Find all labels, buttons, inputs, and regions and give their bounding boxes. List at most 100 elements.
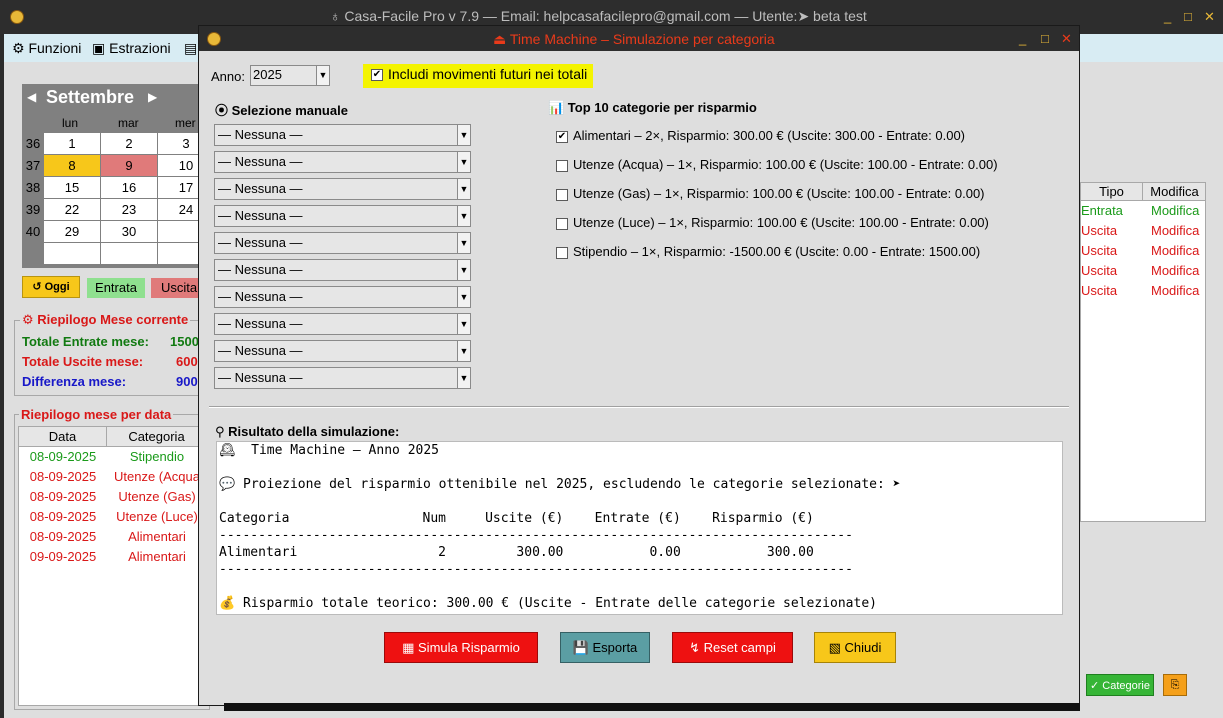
table-cell-tipo[interactable]: Uscita [1081, 241, 1121, 261]
next-month-icon[interactable]: ▶ [148, 90, 157, 104]
doc-icon: ▤ [184, 40, 198, 56]
diff-label: Differenza mese: [22, 374, 127, 389]
calendar-month: Settembre [46, 87, 135, 107]
calendar-day[interactable]: 2 [101, 133, 157, 154]
calendar-day[interactable]: 16 [101, 177, 157, 198]
calendar-day[interactable]: 22 [44, 199, 100, 220]
table-cell-tipo[interactable]: Entrata [1081, 201, 1123, 221]
category-select[interactable]: — Nessuna — ▼ [214, 124, 471, 146]
result-line: 💰 Risparmio totale teorico: 300.00 € (Us… [219, 596, 877, 611]
calendar-day[interactable]: 15 [44, 177, 100, 198]
anno-select[interactable]: 2025 ▼ [250, 65, 330, 86]
week-number: 38 [25, 180, 41, 195]
table-cell-tipo[interactable]: Uscita [1081, 221, 1121, 241]
checkbox-checked-icon: ✔ [371, 69, 383, 82]
modifica-link[interactable]: Modifica [1151, 201, 1199, 221]
calendar-day-selected[interactable]: 9 [101, 155, 157, 176]
top-categories-title: 📊 Top 10 categorie per risparmio [548, 100, 757, 115]
category-select[interactable]: — Nessuna — ▼ [214, 232, 471, 254]
table-cell-data[interactable]: 09-09-2025 [19, 547, 107, 567]
category-select-value: — Nessuna — [218, 235, 303, 250]
chevron-down-icon: ▼ [457, 206, 470, 226]
calendar: ◀ Settembre ▶ lun mar mer 36 1 2 3 37 8 … [22, 84, 214, 268]
table-cell-data[interactable]: 08-09-2025 [19, 487, 107, 507]
modifica-link[interactable]: Modifica [1151, 261, 1199, 281]
reset-campi-button[interactable]: ↯ Reset campi [672, 632, 793, 663]
week-number: 39 [25, 202, 41, 217]
table-cell-categoria[interactable]: Stipendio [107, 447, 203, 467]
prev-month-icon[interactable]: ◀ [27, 90, 36, 104]
column-header-modifica[interactable]: Modifica [1143, 183, 1205, 201]
dialog-minimize-icon[interactable]: _ [1019, 32, 1026, 46]
calendar-day[interactable]: 1 [44, 133, 100, 154]
calendar-day[interactable]: 30 [101, 221, 157, 242]
column-header-categoria[interactable]: Categoria [107, 427, 203, 447]
esporta-button[interactable]: 💾 Esporta [560, 632, 650, 663]
menu-doc[interactable]: ▤ [184, 40, 197, 57]
table-cell-categoria[interactable]: Alimentari [107, 547, 203, 567]
top-category-checkbox[interactable]: Utenze (Gas) – 1×, Risparmio: 100.00 € (… [556, 186, 985, 201]
category-select-value: — Nessuna — [218, 262, 303, 277]
top-category-checkbox[interactable]: Utenze (Acqua) – 1×, Risparmio: 100.00 €… [556, 157, 998, 172]
categorie-button[interactable]: ✓ Categorie [1086, 674, 1154, 696]
calendar-day-today[interactable]: 8 [44, 155, 100, 176]
category-select[interactable]: — Nessuna — ▼ [214, 340, 471, 362]
chevron-down-icon: ▼ [457, 341, 470, 361]
column-header-data[interactable]: Data [19, 427, 107, 447]
include-future-checkbox[interactable]: ✔ Includi movimenti futuri nei totali [363, 64, 594, 88]
dialog-close-icon[interactable]: ✕ [1061, 32, 1072, 46]
dialog-maximize-icon[interactable]: □ [1041, 32, 1049, 46]
table-cell-data[interactable]: 08-09-2025 [19, 507, 107, 527]
movements-table[interactable]: Tipo Modifica Entrata Modifica Uscita Modif… [1080, 182, 1206, 522]
separator [209, 406, 1069, 408]
top-category-checkbox[interactable]: Utenze (Luce) – 1×, Risparmio: 100.00 € … [556, 215, 989, 230]
table-cell-tipo[interactable]: Uscita [1081, 281, 1121, 301]
calendar-day[interactable] [44, 243, 100, 264]
time-machine-dialog: ⏏ Time Machine – Simulazione per categor… [198, 25, 1080, 706]
calendar-day[interactable]: 29 [44, 221, 100, 242]
include-future-label: Includi movimenti futuri nei totali [388, 66, 588, 82]
table-cell-categoria[interactable]: Utenze (Gas) [107, 487, 203, 507]
modifica-link[interactable]: Modifica [1151, 241, 1199, 261]
by-date-table[interactable]: Data Categoria 08-09-2025 Stipendio 08-09-… [18, 426, 204, 706]
day-header: mer [175, 116, 196, 130]
menu-estrazioni[interactable]: ▣ Estrazioni [92, 40, 171, 57]
category-select[interactable]: — Nessuna — ▼ [214, 313, 471, 335]
minimize-icon[interactable]: _ [1164, 10, 1171, 24]
category-select[interactable]: — Nessuna — ▼ [214, 151, 471, 173]
result-line: 💬 Proiezione del risparmio ottenibile ne… [219, 477, 901, 492]
app-logo-icon [10, 10, 24, 24]
export-small-button[interactable]: ⎘ [1163, 674, 1187, 696]
chiudi-button[interactable]: ▧ Chiudi [814, 632, 896, 663]
menu-funzioni[interactable]: ⚙ Funzioni [12, 40, 81, 57]
table-cell-data[interactable]: 08-09-2025 [19, 447, 107, 467]
table-cell-categoria[interactable]: Utenze (Luce) [107, 507, 203, 527]
category-select[interactable]: — Nessuna — ▼ [214, 286, 471, 308]
simula-risparmio-button[interactable]: ▦ Simula Risparmio [384, 632, 538, 663]
table-cell-tipo[interactable]: Uscita [1081, 261, 1121, 281]
category-select[interactable]: — Nessuna — ▼ [214, 259, 471, 281]
result-line: 🕰 Time Machine – Anno 2025 [219, 443, 439, 458]
maximize-icon[interactable]: □ [1184, 10, 1192, 24]
top-category-checkbox[interactable]: Stipendio – 1×, Risparmio: -1500.00 € (U… [556, 244, 980, 259]
category-select-value: — Nessuna — [218, 370, 303, 385]
uscite-value: 600 [176, 354, 198, 369]
today-button[interactable]: ↺ Oggi [22, 276, 80, 298]
table-cell-categoria[interactable]: Alimentari [107, 527, 203, 547]
top-category-checkbox[interactable]: ✔ Alimentari – 2×, Risparmio: 300.00 € (U… [556, 128, 965, 143]
category-select[interactable]: — Nessuna — ▼ [214, 205, 471, 227]
column-header-tipo[interactable]: Tipo [1081, 183, 1143, 201]
table-cell-data[interactable]: 08-09-2025 [19, 527, 107, 547]
calendar-day[interactable] [101, 243, 157, 264]
calendar-day[interactable]: 23 [101, 199, 157, 220]
table-cell-categoria[interactable]: Utenze (Acqua [107, 467, 203, 487]
category-select[interactable]: — Nessuna — ▼ [214, 178, 471, 200]
result-textbox[interactable]: 🕰 Time Machine – Anno 2025 💬 Proiezione d… [216, 441, 1063, 615]
legend-uscita: Uscita [151, 278, 201, 298]
modifica-link[interactable]: Modifica [1151, 281, 1199, 301]
week-number: 37 [25, 158, 41, 173]
category-select[interactable]: — Nessuna — ▼ [214, 367, 471, 389]
close-icon[interactable]: ✕ [1204, 10, 1215, 24]
table-cell-data[interactable]: 08-09-2025 [19, 467, 107, 487]
modifica-link[interactable]: Modifica [1151, 221, 1199, 241]
